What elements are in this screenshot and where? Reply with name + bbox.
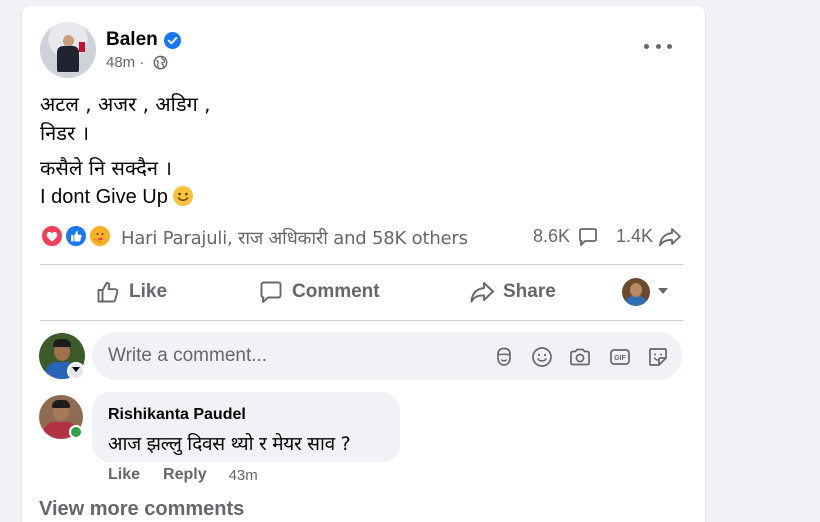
profile-avatar — [622, 278, 650, 306]
comment-bubble-icon[interactable] — [577, 226, 599, 248]
divider — [40, 264, 683, 265]
verified-badge-icon — [164, 32, 181, 49]
reaction-icons[interactable] — [40, 224, 116, 248]
avatar-sticker-icon[interactable] — [492, 345, 516, 369]
post-text-line: निडर । — [40, 121, 90, 145]
comment-button[interactable]: Comment — [258, 272, 380, 312]
post-card: Balen 48m · अटल , अजर , अडिग , निडर । कस… — [22, 6, 705, 522]
online-status-indicator — [69, 425, 83, 439]
reactions-summary: Hari Parajuli, राज अधिकारी and 58K other… — [40, 223, 686, 249]
comment-bubble: Rishikanta Paudel आज झल्लु दिवस थ्यो र म… — [92, 392, 400, 462]
post-time-text[interactable]: 48m — [106, 54, 135, 71]
camera-icon[interactable] — [568, 345, 592, 369]
share-icon — [470, 282, 494, 303]
comment-composer[interactable]: GIF — [92, 332, 682, 380]
comment-count[interactable]: 8.6K — [533, 226, 570, 247]
care-reaction-icon — [88, 224, 112, 248]
svg-text:GIF: GIF — [614, 355, 626, 362]
react-as-selector[interactable] — [622, 277, 672, 307]
post-timestamp[interactable]: 48m · — [106, 54, 144, 71]
like-label: Like — [129, 281, 168, 302]
comment-label: Comment — [292, 281, 380, 302]
comment-author[interactable]: Rishikanta Paudel — [108, 406, 246, 424]
comment-actions: Like Reply 43m — [108, 465, 258, 485]
comment-icon — [260, 281, 282, 303]
love-reaction-icon — [40, 224, 64, 248]
chevron-down-icon[interactable] — [67, 362, 85, 380]
comment-like-button[interactable]: Like — [108, 466, 140, 484]
share-count[interactable]: 1.4K — [616, 226, 653, 247]
like-button[interactable]: Like — [95, 272, 167, 312]
comment-timestamp[interactable]: 43m — [229, 467, 258, 484]
post-text-english: I dont Give Up — [40, 186, 168, 208]
post-text-line: अटल , अजर , अडिग , — [40, 92, 211, 116]
post-text-line: I dont Give Up — [40, 183, 211, 212]
gif-icon[interactable]: GIF — [608, 345, 632, 369]
comment-reply-button[interactable]: Reply — [163, 466, 207, 484]
smiling-face-emoji-icon — [172, 186, 193, 206]
thumbs-up-icon — [97, 281, 119, 303]
more-options-icon[interactable] — [644, 39, 672, 53]
globe-icon[interactable] — [153, 55, 168, 70]
author-avatar[interactable] — [40, 22, 96, 78]
emoji-icon[interactable] — [530, 345, 554, 369]
divider — [40, 320, 683, 321]
sticker-icon[interactable] — [646, 345, 670, 369]
comment-input[interactable] — [108, 332, 478, 380]
author-name[interactable]: Balen — [106, 29, 158, 51]
like-reaction-icon — [64, 224, 88, 248]
share-label: Share — [503, 281, 556, 302]
comment-text: आज झल्लु दिवस थ्यो र मेयर साव ? — [108, 433, 351, 455]
post-text-line: कसैले नि सक्दैन । — [40, 156, 172, 180]
share-button[interactable]: Share — [469, 272, 556, 312]
share-arrow-icon[interactable] — [658, 226, 682, 248]
time-separator: · — [139, 54, 145, 71]
reactors-summary[interactable]: Hari Parajuli, राज अधिकारी and 58K other… — [121, 226, 468, 250]
post-text: अटल , अजर , अडिग , निडर । कसैले नि सक्दै… — [40, 90, 211, 212]
view-more-comments-link[interactable]: View more comments — [39, 498, 244, 521]
caret-down-icon — [658, 288, 668, 294]
